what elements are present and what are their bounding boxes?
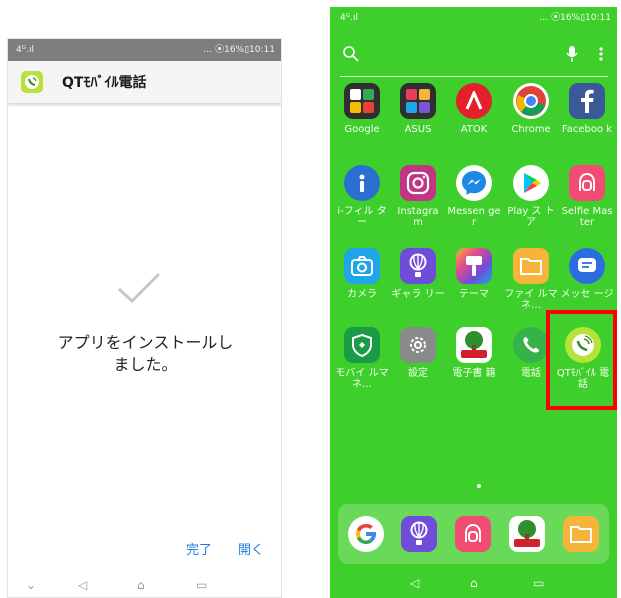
google-folder-icon	[344, 83, 380, 119]
messenger-icon	[456, 165, 492, 201]
app-chrome[interactable]: Chrome	[504, 83, 558, 135]
install-message-line1: アプリをインストールし	[57, 333, 234, 352]
app-mobile-manager[interactable]: モバイ ルマネ…	[335, 327, 389, 390]
app-file-manager[interactable]: ファイ ルマネ…	[504, 248, 558, 311]
app-messenger[interactable]: Messen ger	[447, 165, 501, 228]
install-message-line2: ました。	[113, 355, 178, 374]
app-camera[interactable]: カメラ	[335, 248, 389, 300]
mobile-manager-icon	[344, 327, 380, 363]
dock	[338, 504, 609, 564]
back-icon[interactable]: ◁	[410, 576, 419, 590]
instagram-icon	[400, 165, 436, 201]
messages-icon	[569, 248, 605, 284]
qt-app-highlight-box	[546, 310, 617, 410]
ebook-icon	[456, 327, 492, 363]
app-google-folder[interactable]: Google	[335, 83, 389, 135]
ebook-icon[interactable]	[509, 516, 545, 552]
atok-icon	[456, 83, 492, 119]
file-manager-icon[interactable]	[563, 516, 599, 552]
app-asus-folder[interactable]: ASUS	[391, 83, 445, 135]
status-bar: 4ᴳ.ıl … ⦿16%▯10:11	[8, 39, 281, 61]
install-message: アプリをインストールし ました。	[28, 332, 263, 376]
selfie-master-icon[interactable]	[455, 516, 491, 552]
app-facebook[interactable]: Faceboo k	[560, 83, 614, 135]
chrome-icon	[513, 83, 549, 119]
asus-folder-icon	[400, 83, 436, 119]
camera-icon	[344, 248, 380, 284]
signal-indicator: 4ᴳ.ıl	[340, 13, 358, 23]
more-options-icon[interactable]	[598, 45, 604, 63]
selfie-master-icon	[569, 165, 605, 201]
navigation-bar: ⌄ ◁ ⌂ ▭	[8, 575, 281, 597]
battery-clock: … ⦿16%▯10:11	[539, 13, 611, 23]
app-selfie-master[interactable]: Selfie Master	[560, 165, 614, 228]
done-button[interactable]: 完了	[186, 539, 212, 558]
search-icon[interactable]	[342, 45, 360, 63]
app-settings[interactable]: 設定	[391, 327, 445, 379]
file-manager-icon	[513, 248, 549, 284]
app-theme[interactable]: テーマ	[447, 248, 501, 300]
navigation-bar: ◁ ⌂ ▭	[330, 574, 617, 598]
open-button[interactable]: 開く	[238, 539, 264, 558]
app-ebook[interactable]: 電子書 籍	[447, 327, 501, 379]
recents-icon[interactable]: ▭	[196, 578, 207, 592]
settings-icon	[400, 327, 436, 363]
install-complete-screen: 4ᴳ.ıl … ⦿16%▯10:11 QTﾓﾊﾞｲﾙ電話 アプリをインストールし…	[7, 38, 282, 598]
app-title: QTﾓﾊﾞｲﾙ電話	[62, 75, 147, 91]
microphone-icon[interactable]	[566, 45, 578, 63]
play-store-icon	[513, 165, 549, 201]
app-instagram[interactable]: Instagra m	[391, 165, 445, 228]
home-icon[interactable]: ⌂	[470, 576, 478, 590]
signal-indicator: 4ᴳ.ıl	[16, 45, 34, 55]
google-icon[interactable]	[348, 516, 384, 552]
gallery-icon[interactable]	[401, 516, 437, 552]
gallery-icon	[400, 248, 436, 284]
back-icon[interactable]: ◁	[78, 578, 87, 592]
battery-clock: … ⦿16%▯10:11	[203, 45, 275, 55]
app-gallery[interactable]: ギャラ リー	[391, 248, 445, 300]
app-drawer-screen: 4ᴳ.ıl … ⦿16%▯10:11 Google ASUS ATOK Chro…	[330, 7, 617, 598]
home-icon[interactable]: ⌂	[137, 578, 145, 592]
status-bar: 4ᴳ.ıl … ⦿16%▯10:11	[330, 7, 617, 29]
facebook-icon	[569, 83, 605, 119]
app-messages[interactable]: メッセ ージ	[560, 248, 614, 300]
app-play-store[interactable]: Play ス トア	[504, 165, 558, 228]
app-search-bar[interactable]	[340, 37, 608, 77]
recents-icon[interactable]: ▭	[533, 576, 544, 590]
theme-icon	[456, 248, 492, 284]
phone-icon	[513, 327, 549, 363]
app-bar: QTﾓﾊﾞｲﾙ電話	[8, 61, 281, 103]
qt-mobile-phone-icon	[21, 71, 43, 93]
i-filter-icon	[344, 165, 380, 201]
checkmark-icon	[117, 272, 161, 304]
app-i-filter[interactable]: i-フィル ター	[335, 165, 389, 228]
hide-keyboard-icon[interactable]: ⌄	[26, 578, 36, 592]
app-atok[interactable]: ATOK	[447, 83, 501, 135]
page-indicator	[477, 484, 481, 488]
